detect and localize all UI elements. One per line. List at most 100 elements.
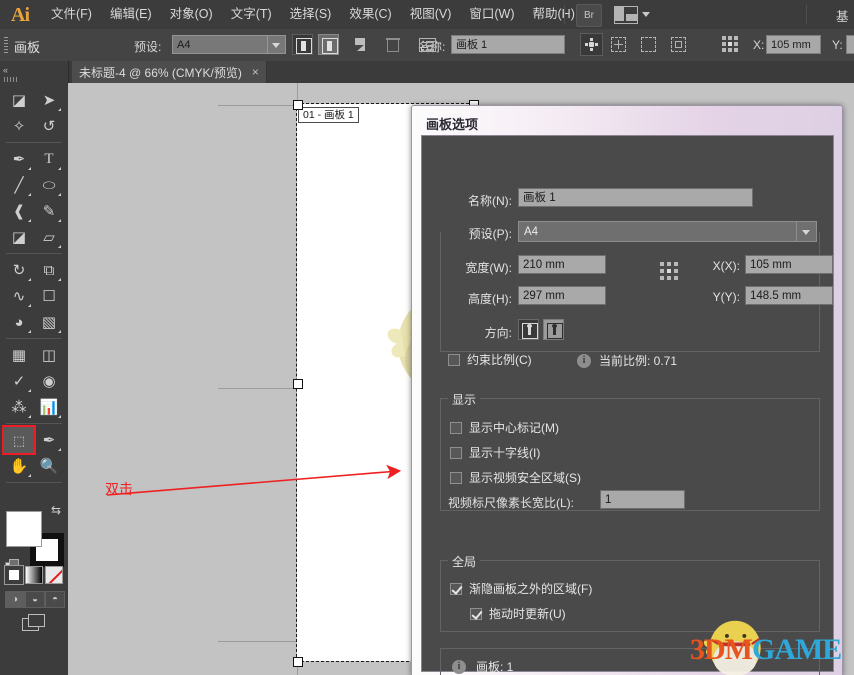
move-artwork-button[interactable] — [611, 37, 626, 52]
x-coordinate-input[interactable]: 105 mm — [766, 35, 821, 54]
magic-wand-tool[interactable]: ✧ — [4, 113, 34, 139]
free-transform-tool[interactable]: ☐ — [34, 283, 64, 309]
reference-point-cell[interactable] — [722, 36, 726, 40]
reference-point-cell[interactable] — [674, 276, 678, 280]
paintbrush-tool[interactable]: ❰ — [4, 198, 34, 224]
color-button[interactable] — [5, 566, 23, 584]
show-video-safe-row[interactable]: 显示视频安全区域(S) — [450, 469, 581, 486]
landscape-orientation-button[interactable] — [318, 34, 339, 55]
column-graph-tool[interactable]: 📊 — [34, 394, 64, 420]
constrain-ratio-checkbox[interactable] — [448, 354, 460, 366]
reference-point-cell[interactable] — [734, 42, 738, 46]
dialog-reference-point-selector[interactable] — [660, 262, 681, 283]
draw-behind-button[interactable]: ◒ — [25, 591, 45, 608]
bridge-button[interactable]: Br — [576, 4, 602, 27]
preset-select[interactable]: A4 — [172, 35, 286, 54]
new-artboard-button[interactable] — [352, 38, 365, 51]
show-center-mark-checkbox[interactable] — [450, 422, 462, 434]
reference-point-selector[interactable] — [722, 36, 739, 53]
collapse-panel-icon[interactable]: « — [3, 65, 7, 75]
menu-edit[interactable]: 编辑(E) — [101, 0, 161, 29]
dialog-width-input[interactable]: 210 mm — [518, 255, 606, 274]
reference-point-cell[interactable] — [667, 262, 671, 266]
close-icon[interactable]: × — [252, 65, 259, 79]
menu-effect[interactable]: 效果(C) — [340, 0, 400, 29]
reference-point-cell[interactable] — [728, 36, 732, 40]
reference-point-cell[interactable] — [728, 48, 732, 52]
artboard-bounds-button[interactable] — [641, 37, 656, 52]
draw-inside-button[interactable]: ◓ — [45, 591, 65, 608]
reference-point-cell[interactable] — [660, 269, 664, 273]
symbol-sprayer-tool[interactable]: ⁂ — [4, 394, 34, 420]
reference-point-cell[interactable] — [734, 48, 738, 52]
video-ruler-input[interactable]: 1 — [600, 490, 685, 509]
reference-point-cell[interactable] — [734, 36, 738, 40]
reference-point-cell[interactable] — [660, 276, 664, 280]
artboard-handle-tl[interactable] — [293, 100, 303, 110]
document-tab[interactable]: 未标题-4 @ 66% (CMYK/预览) × — [72, 61, 267, 83]
artboard-handle-bl[interactable] — [293, 657, 303, 667]
reference-point-cell[interactable] — [667, 269, 671, 273]
menu-type[interactable]: 文字(T) — [222, 0, 281, 29]
slice-tool[interactable]: ✒ — [34, 427, 64, 453]
delete-artboard-button[interactable] — [387, 37, 399, 52]
none-button[interactable] — [45, 566, 63, 584]
direct-selection-tool[interactable]: ➤ — [34, 87, 64, 113]
update-while-dragging-checkbox[interactable] — [470, 608, 482, 620]
artboard-options-button[interactable] — [580, 33, 603, 56]
reference-point-cell[interactable] — [722, 48, 726, 52]
blend-tool[interactable]: ◉ — [34, 368, 64, 394]
update-while-dragging-row[interactable]: 拖动时更新(U) — [470, 605, 566, 622]
width-tool[interactable]: ∿ — [4, 283, 34, 309]
reference-point-cell[interactable] — [674, 269, 678, 273]
control-bar-grip[interactable] — [4, 37, 8, 53]
artboard-frame-button[interactable] — [671, 37, 686, 52]
perspective-grid-tool[interactable]: ▧ — [34, 309, 64, 335]
dialog-name-input[interactable]: 画板 1 — [518, 188, 753, 207]
eyedropper-tool[interactable]: ✓ — [4, 368, 34, 394]
reference-point-cell[interactable] — [722, 42, 726, 46]
fade-region-checkbox[interactable] — [450, 583, 462, 595]
dialog-x-input[interactable]: 105 mm — [745, 255, 833, 274]
line-segment-tool[interactable]: ╱ — [4, 172, 34, 198]
artboard-list-icon[interactable] — [419, 38, 436, 52]
mesh-tool[interactable]: ▦ — [4, 342, 34, 368]
dialog-portrait-button[interactable] — [518, 319, 539, 340]
hand-tool[interactable]: ✋ — [4, 453, 34, 479]
scale-tool[interactable]: ⧉ — [34, 257, 64, 283]
swap-fill-stroke-icon[interactable]: ⇆ — [51, 503, 61, 517]
constrain-ratio-row[interactable]: 约束比例(C) — [448, 351, 532, 368]
pen-tool[interactable]: ✒ — [4, 146, 34, 172]
dialog-y-input[interactable]: 148.5 mm — [745, 286, 833, 305]
screen-mode-button[interactable] — [22, 614, 46, 632]
show-center-mark-row[interactable]: 显示中心标记(M) — [450, 419, 559, 436]
rotate-tool[interactable]: ↻ — [4, 257, 34, 283]
fill-swatch[interactable] — [6, 511, 42, 547]
reference-point-cell[interactable] — [660, 262, 664, 266]
dialog-height-input[interactable]: 297 mm — [518, 286, 606, 305]
artboard-name-input[interactable]: 画板 1 — [451, 35, 565, 54]
menu-object[interactable]: 对象(O) — [161, 0, 222, 29]
reference-point-cell[interactable] — [674, 262, 678, 266]
artboard-tool[interactable]: ⬚ — [4, 427, 34, 453]
gradient-button[interactable] — [25, 566, 43, 584]
dialog-landscape-button[interactable] — [543, 319, 564, 340]
menu-window[interactable]: 窗口(W) — [460, 0, 523, 29]
menu-help[interactable]: 帮助(H) — [524, 0, 584, 29]
pencil-tool[interactable]: ✎ — [34, 198, 64, 224]
show-video-safe-checkbox[interactable] — [450, 472, 462, 484]
shape-builder-tool[interactable]: ◕ — [4, 309, 34, 335]
blob-brush-tool[interactable]: ◪ — [4, 224, 34, 250]
workspace-name-label[interactable]: 基 — [836, 6, 852, 25]
reference-point-cell[interactable] — [728, 42, 732, 46]
eraser-tool[interactable]: ▱ — [34, 224, 64, 250]
menu-view[interactable]: 视图(V) — [401, 0, 461, 29]
zoom-tool[interactable]: 🔍 — [34, 453, 64, 479]
menu-select[interactable]: 选择(S) — [281, 0, 341, 29]
lasso-tool[interactable]: ↺ — [34, 113, 64, 139]
show-crosshairs-row[interactable]: 显示十字线(I) — [450, 444, 540, 461]
type-tool[interactable]: T — [34, 146, 64, 172]
show-crosshairs-checkbox[interactable] — [450, 447, 462, 459]
selection-tool[interactable]: ◪ — [4, 87, 34, 113]
draw-normal-button[interactable]: ◑ — [5, 591, 25, 608]
